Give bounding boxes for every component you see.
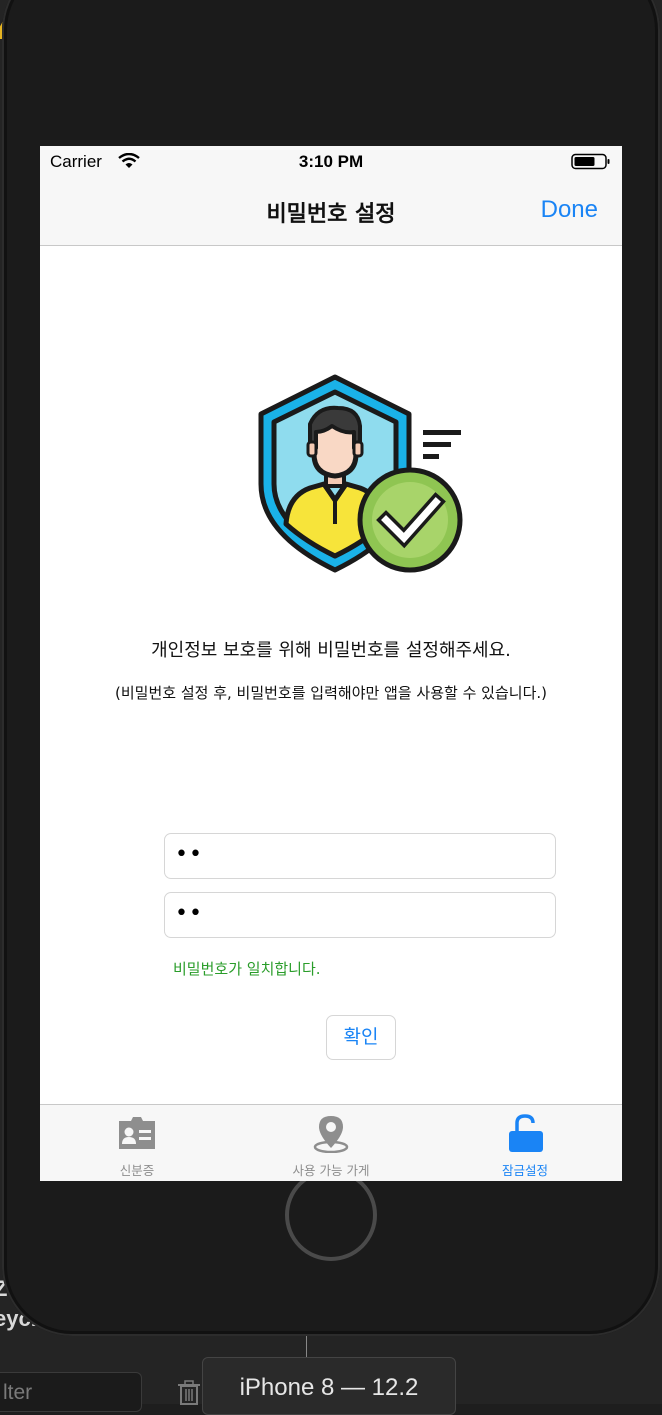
id-card-icon: [119, 1117, 155, 1149]
navigation-bar: 비밀번호 설정 Done: [40, 178, 622, 246]
tab-label: 신분증: [119, 1163, 155, 1178]
divider: [306, 1336, 307, 1358]
device-selector-tab[interactable]: iPhone 8 — 12.2: [202, 1357, 456, 1415]
password-confirm-input[interactable]: ••: [164, 892, 556, 938]
done-button[interactable]: Done: [541, 196, 598, 224]
phone-screen: Carrier 3:10 PM 비밀번호 설정 Done 개인정보 보호를 위해…: [40, 146, 622, 1181]
device-selector-label: iPhone 8 — 12.2: [239, 1374, 419, 1401]
status-bar: Carrier 3:10 PM: [40, 146, 622, 178]
simulator-window: Z eych lter iPhone 8 — 12.2 Carrier 3:10…: [0, 0, 662, 1415]
tab-label: 잠금설정: [501, 1163, 548, 1178]
tab-label: 사용 가능 가게: [292, 1163, 370, 1178]
password-input[interactable]: ••: [164, 833, 556, 879]
confirm-button[interactable]: 확인: [326, 1015, 396, 1060]
instruction-headline: 개인정보 보호를 위해 비밀번호를 설정해주세요.: [151, 640, 511, 661]
battery-icon: [571, 153, 610, 170]
trash-icon[interactable]: [175, 1378, 203, 1406]
filter-placeholder: lter: [3, 1381, 33, 1404]
page-title: 비밀번호 설정: [266, 202, 396, 227]
status-time: 3:10 PM: [298, 152, 364, 171]
password-confirm-value: ••: [175, 901, 203, 926]
password-match-message: 비밀번호가 일치합니다.: [173, 960, 321, 978]
password-input-value: ••: [175, 842, 203, 867]
unlock-icon: [509, 1114, 543, 1152]
tab-stores[interactable]: 사용 가능 가게: [234, 1105, 428, 1181]
home-button[interactable]: [285, 1169, 377, 1261]
filter-input[interactable]: lter: [0, 1372, 142, 1412]
instruction-subtext: (비밀번호 설정 후, 비밀번호를 입력해야만 앱을 사용할 수 있습니다.): [115, 684, 547, 702]
tab-id-card[interactable]: 신분증: [40, 1105, 234, 1181]
tab-lock-settings[interactable]: 잠금설정: [428, 1105, 622, 1181]
tab-bar: 신분증 사용 가능 가게 잠금설정: [40, 1104, 622, 1181]
map-pin-icon: [313, 1116, 349, 1153]
shield-user-check-icon: [258, 374, 463, 573]
